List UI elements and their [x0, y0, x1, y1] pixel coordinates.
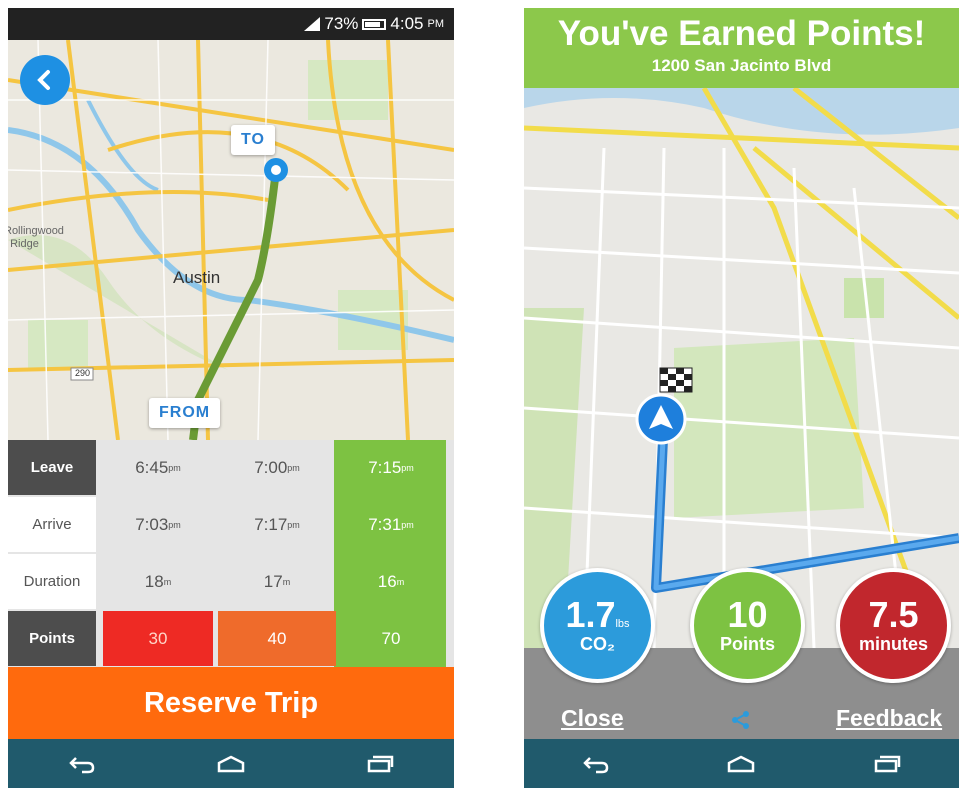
option-3-leave[interactable]: 7:15 pm — [336, 440, 446, 495]
trip-planner-screen: 73% 4:05 PM Austin Rollingwood Ridge 290… — [8, 8, 454, 788]
earned-title: You've Earned Points! — [557, 14, 926, 53]
clock: 4:05 — [390, 14, 424, 33]
battery-icon — [362, 18, 387, 30]
signal-icon — [304, 17, 321, 31]
points-earned-badge: 10 Points — [690, 568, 805, 683]
option-3-arrive[interactable]: 7:31 pm — [336, 497, 446, 552]
home-nav-icon[interactable] — [216, 754, 246, 774]
points-label: Points — [8, 611, 96, 666]
points-row: Points 30 40 70 — [8, 611, 454, 666]
back-button[interactable] — [20, 55, 70, 105]
map-roads — [8, 39, 454, 441]
co2-saved-badge: 1.7lbs CO₂ — [540, 568, 655, 683]
recents-nav-icon[interactable] — [366, 754, 394, 774]
highway-shield: 290 — [75, 368, 91, 378]
leave-label: Leave — [8, 440, 96, 495]
android-nav-bar — [524, 739, 959, 788]
trip-options-table: Leave 6:45 pm 7:00 pm 7:15 pm Arrive 7:03 pm… — [8, 440, 454, 667]
option-3-duration[interactable]: 16 m — [336, 554, 446, 609]
co2-label: CO₂ — [580, 634, 615, 654]
close-link[interactable]: Close — [561, 705, 624, 732]
option-1-arrive[interactable]: 7:03 pm — [103, 497, 213, 552]
option-3-points[interactable]: 70 — [336, 611, 446, 666]
co2-unit: lbs — [615, 618, 630, 630]
to-pin-label[interactable]: TO — [231, 125, 275, 155]
option-1-leave[interactable]: 6:45 pm — [103, 440, 213, 495]
minutes-value: 7.5 — [868, 594, 919, 635]
recents-nav-icon[interactable] — [873, 754, 901, 774]
destination-address: 1200 San Jacinto Blvd — [651, 56, 832, 75]
share-icon[interactable] — [731, 710, 751, 730]
from-pin-label[interactable]: FROM — [149, 398, 221, 428]
reserve-trip-button[interactable]: Reserve Trip — [8, 667, 454, 739]
option-1-points[interactable]: 30 — [103, 611, 213, 666]
arrive-label: Arrive — [8, 497, 96, 552]
status-bar: 73% 4:05 PM — [8, 8, 454, 40]
navigation-map[interactable] — [524, 86, 959, 649]
back-nav-icon[interactable] — [582, 754, 610, 774]
co2-value: 1.7 — [565, 594, 616, 635]
map-area-label: Rollingwood / Ridge — [8, 225, 64, 250]
home-nav-icon[interactable] — [726, 754, 756, 774]
battery-percent: 73% — [324, 14, 359, 33]
option-1-duration[interactable]: 18 m — [103, 554, 213, 609]
android-nav-bar — [8, 739, 454, 788]
minutes-saved-badge: 7.5 minutes — [836, 568, 951, 683]
minutes-caption: minutes — [858, 634, 928, 654]
option-2-leave[interactable]: 7:00 pm — [218, 440, 336, 495]
map-3d-streets — [524, 86, 959, 649]
duration-row: Duration 18 m 17 m 16 m — [8, 554, 454, 609]
leave-row: Leave 6:45 pm 7:00 pm 7:15 pm — [8, 440, 454, 495]
chevron-left-icon — [37, 70, 50, 90]
duration-label: Duration — [8, 554, 96, 609]
arrive-row: Arrive 7:03 pm 7:17 pm 7:31 pm — [8, 497, 454, 552]
back-nav-icon[interactable] — [68, 754, 96, 774]
points-earned-screen: You've Earned Points! 1200 San Jacinto B… — [524, 8, 959, 788]
route-map[interactable]: Austin Rollingwood / Ridge 290 TO FROM — [8, 39, 454, 441]
option-2-points[interactable]: 40 — [218, 611, 336, 666]
points-caption: Points — [719, 634, 775, 654]
points-header: You've Earned Points! 1200 San Jacinto B… — [524, 8, 959, 88]
map-city-label: Austin — [173, 268, 221, 287]
feedback-link[interactable]: Feedback — [836, 705, 942, 732]
option-2-duration[interactable]: 17 m — [218, 554, 336, 609]
points-value: 10 — [727, 594, 768, 635]
option-2-arrive[interactable]: 7:17 pm — [218, 497, 336, 552]
clock-ampm: PM — [427, 18, 445, 30]
